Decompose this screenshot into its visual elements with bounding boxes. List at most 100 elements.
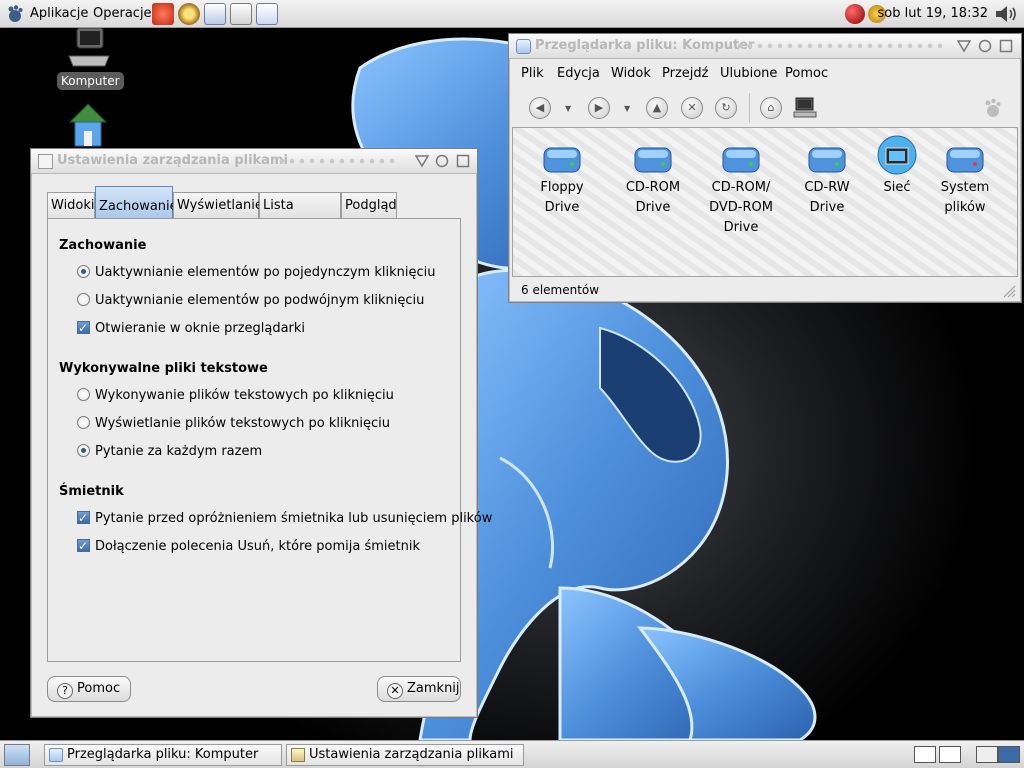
close-icon: ✕	[387, 683, 403, 699]
desktop-icon-home[interactable]	[60, 100, 116, 152]
maximize-icon[interactable]	[435, 154, 449, 168]
workspace-3[interactable]	[976, 746, 998, 763]
option-label: Pytanie za każdym razem	[95, 444, 263, 459]
task-settings[interactable]: Ustawienia zarządzania plikami	[286, 744, 524, 766]
browser-launcher-icon[interactable]	[178, 3, 200, 25]
help-button-label: Pomoc	[77, 681, 121, 696]
item-floppy-drive[interactable]: Floppy Drive	[521, 142, 603, 218]
close-window-icon[interactable]	[999, 39, 1013, 53]
option-ask-each-time[interactable]: Pytanie za każdym razem	[77, 443, 262, 461]
item-cdrom-drive[interactable]: CD-ROM Drive	[612, 142, 694, 218]
option-run-executable[interactable]: Wykonywanie plików tekstowych po kliknię…	[77, 387, 394, 405]
item-cdrw-drive[interactable]: CD-RW Drive	[788, 142, 866, 218]
checkbox[interactable]	[77, 509, 90, 527]
option-browser-mode[interactable]: Otwieranie w oknie przeglądarki	[77, 319, 306, 338]
desktop-icon-label: Komputer	[57, 72, 124, 90]
stop-icon[interactable]: ✕	[681, 97, 703, 119]
up-icon[interactable]: ▲	[646, 97, 668, 119]
option-delete-command[interactable]: Dołączenie polecenia Usuń, które pomija …	[77, 537, 420, 556]
applications-menu[interactable]: Aplikacje	[30, 6, 88, 21]
option-view-executable[interactable]: Wyświetlanie plików tekstowych po klikni…	[77, 415, 390, 433]
menu-plik[interactable]: Plik	[521, 66, 544, 81]
radio-button[interactable]	[77, 265, 90, 278]
checkbox[interactable]	[77, 537, 90, 555]
option-double-click[interactable]: Uaktywnianie elementów po podwójnym klik…	[77, 292, 424, 310]
item-label: Sieć	[883, 180, 911, 195]
task-label: Przeglądarka pliku: Komputer	[67, 747, 259, 762]
tab-wyswietlanie[interactable]: Wyświetlanie	[173, 192, 263, 218]
item-label: CD-ROM Drive	[625, 180, 681, 215]
close-button[interactable]: ✕ Zamknij	[377, 676, 461, 702]
option-confirm-trash[interactable]: Pytanie przed opróżnieniem śmietnika lub…	[77, 509, 492, 528]
item-label: CD-RW Drive	[804, 180, 850, 215]
forward-history-dropdown[interactable]: ▼	[624, 104, 630, 113]
tab-lista-kolumn[interactable]: Lista kolumn	[259, 192, 341, 239]
workspace-2[interactable]	[939, 746, 961, 763]
radio-button[interactable]	[77, 416, 90, 429]
close-window-icon[interactable]	[456, 154, 470, 168]
radio-button[interactable]	[77, 388, 90, 401]
shade-icon[interactable]	[415, 154, 429, 168]
section-heading-trash: Śmietnik	[59, 484, 124, 499]
option-label: Uaktywnianie elementów po pojedynczym kl…	[95, 265, 436, 280]
desktop-icon-computer[interactable]: Komputer	[57, 27, 124, 90]
item-network[interactable]: Sieć	[868, 134, 926, 198]
spreadsheet-launcher-icon[interactable]	[256, 3, 278, 25]
section-heading-executable: Wykonywalne pliki tekstowe	[59, 361, 268, 376]
workspace-1[interactable]	[914, 746, 936, 763]
tab-podglad[interactable]: Podgląd	[341, 192, 397, 218]
workspace-4[interactable]	[998, 746, 1020, 763]
menu-pomoc[interactable]: Pomoc	[785, 66, 828, 81]
menu-edycja[interactable]: Edycja	[557, 66, 600, 81]
option-single-click[interactable]: Uaktywnianie elementów po pojedynczym kl…	[77, 264, 435, 282]
back-icon[interactable]: ◀	[529, 97, 551, 119]
menu-ulubione[interactable]: Ulubione	[720, 66, 777, 81]
task-label: Ustawienia zarządzania plikami	[309, 747, 514, 762]
settings-titlebar[interactable]: Ustawienia zarządzania plikami	[31, 149, 477, 174]
item-label: Floppy Drive	[540, 180, 584, 215]
task-file-browser[interactable]: Przeglądarka pliku: Komputer	[44, 744, 282, 766]
show-desktop-icon[interactable]	[4, 744, 30, 766]
tab-zachowanie[interactable]: Zachowanie	[95, 186, 178, 219]
writer-launcher-icon[interactable]	[204, 3, 226, 25]
item-filesystem[interactable]: System plików	[932, 142, 998, 218]
folder-window-icon[interactable]	[516, 39, 531, 54]
actions-menu[interactable]: Operacje	[93, 6, 152, 21]
window-menu-icon[interactable]	[38, 154, 53, 169]
cdrw-drive-icon	[808, 147, 846, 173]
file-browser-titlebar[interactable]: Przeglądarka pliku: Komputer	[509, 34, 1021, 59]
item-label: System plików	[940, 180, 990, 215]
update-notifier-icon[interactable]	[845, 4, 865, 24]
option-label: Wykonywanie plików tekstowych po kliknię…	[95, 388, 394, 403]
option-label: Dołączenie polecenia Usuń, które pomija …	[95, 539, 420, 554]
presentation-launcher-icon[interactable]	[230, 3, 252, 25]
menu-widok[interactable]: Widok	[611, 66, 651, 81]
computer-icon	[68, 27, 110, 67]
settings-window-title: Ustawienia zarządzania plikami	[57, 153, 288, 168]
titlebar-grip	[735, 43, 947, 49]
forward-icon[interactable]: ▶	[588, 97, 610, 119]
checkbox[interactable]	[77, 319, 90, 337]
volume-icon[interactable]	[994, 4, 1018, 24]
option-label: Uaktywnianie elementów po podwójnym klik…	[95, 293, 425, 308]
clock[interactable]: sob lut 19, 18:32	[878, 6, 988, 21]
computer-icon[interactable]	[793, 97, 817, 119]
option-label: Otwieranie w oknie przeglądarki	[95, 321, 306, 336]
help-button[interactable]: ? Pomoc	[47, 676, 131, 702]
menu-przejdz[interactable]: Przejdź	[662, 66, 708, 81]
home-icon[interactable]: ⌂	[760, 97, 782, 119]
radio-button[interactable]	[77, 444, 90, 457]
tab-widoki[interactable]: Widoki	[47, 192, 95, 218]
shade-icon[interactable]	[957, 39, 971, 53]
maximize-icon[interactable]	[978, 39, 992, 53]
top-panel: Aplikacje Operacje sob lut 19, 18:32	[0, 0, 1024, 28]
gnome-foot-icon[interactable]	[5, 4, 25, 24]
resize-grip[interactable]	[1002, 284, 1016, 298]
folder-task-icon	[49, 748, 63, 762]
titlebar-grip	[277, 158, 395, 164]
back-history-dropdown[interactable]: ▼	[565, 104, 571, 113]
reload-icon[interactable]: ↻	[715, 97, 737, 119]
radio-button[interactable]	[77, 293, 90, 306]
mail-launcher-icon[interactable]	[152, 3, 174, 25]
item-dvd-drive[interactable]: CD-ROM/ DVD-ROM Drive	[700, 142, 782, 238]
